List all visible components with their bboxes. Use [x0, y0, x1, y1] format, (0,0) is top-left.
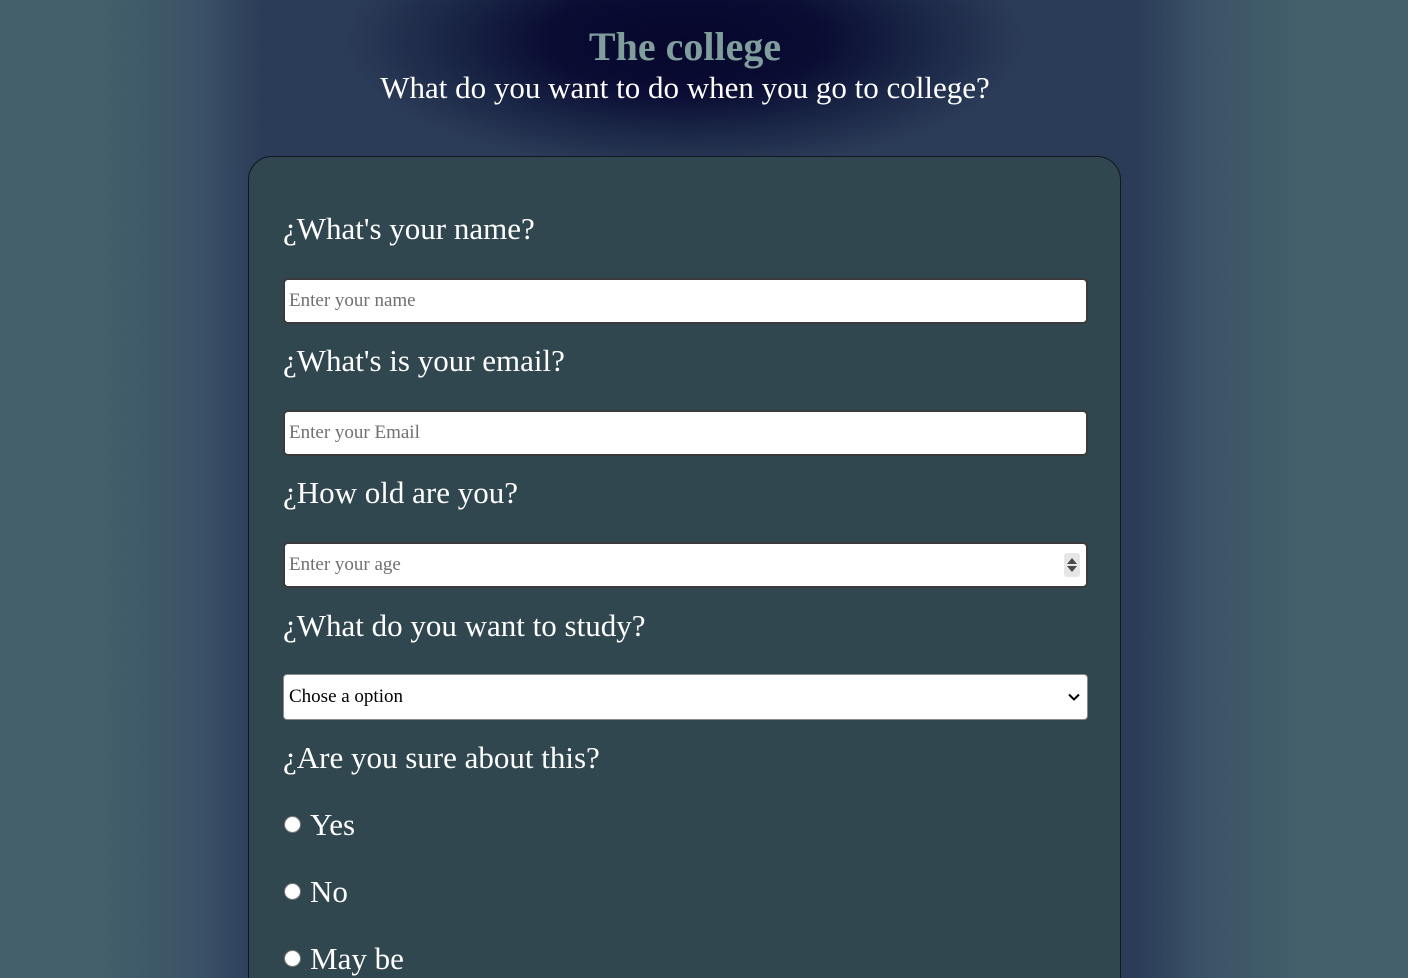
spinner-up-icon[interactable]	[1067, 558, 1077, 564]
radio-label: Yes	[310, 807, 356, 842]
age-input[interactable]: Enter your age	[283, 542, 1088, 588]
page-title: The college	[588, 24, 782, 69]
name-question: ¿What's your name?	[283, 211, 535, 246]
email-input-placeholder: Enter your Email	[289, 422, 420, 443]
study-select-value: Chose a option	[289, 686, 403, 707]
spinner-down-icon[interactable]	[1067, 566, 1077, 572]
radio-label: May be	[310, 941, 404, 976]
name-input[interactable]: Enter your name	[283, 278, 1088, 324]
name-input-placeholder: Enter your name	[289, 290, 416, 311]
study-select[interactable]: Chose a option	[283, 674, 1088, 720]
spinner-arrows-icon[interactable]	[1064, 553, 1080, 577]
radio-label: No	[310, 874, 348, 909]
page-subtitle: What do you want to do when you go to co…	[380, 70, 990, 105]
survey-form-card: ¿What's your name? Enter your name ¿What…	[248, 156, 1121, 978]
radio-button[interactable]	[284, 950, 301, 967]
email-question: ¿What's is your email?	[283, 343, 565, 378]
age-question: ¿How old are you?	[283, 475, 518, 510]
email-input[interactable]: Enter your Email	[283, 410, 1088, 456]
chevron-down-icon	[1068, 693, 1080, 701]
sure-question: ¿Are you sure about this?	[283, 740, 600, 775]
radio-button[interactable]	[284, 816, 301, 833]
radio-button[interactable]	[284, 883, 301, 900]
age-input-placeholder: Enter your age	[289, 554, 401, 575]
study-question: ¿What do you want to study?	[283, 608, 646, 643]
